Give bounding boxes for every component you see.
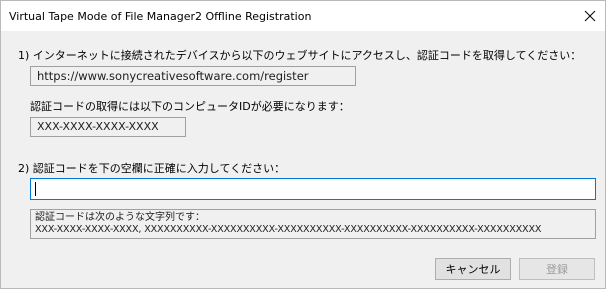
register-button[interactable]: 登録 [519,258,595,280]
title-bar: Virtual Tape Mode of File Manager2 Offli… [1,1,605,31]
format-hint-label: 認証コードは次のような文字列です： [35,212,205,223]
step2-instruction: 2) 認証コードを下の空欄に正確に入力してください： [18,162,286,175]
auth-code-input[interactable] [30,178,596,200]
close-icon [584,10,596,22]
code-format-hint: 認証コードは次のような文字列です： XXX-XXXX-XXXX-XXXX, XX… [30,209,596,239]
cancel-button[interactable]: キャンセル [435,258,511,280]
computer-id-note: 認証コードの取得には以下のコンピュータIDが必要になります： [30,100,350,113]
close-button[interactable] [575,1,605,31]
format-hint-example: XXX-XXXX-XXXX-XXXX, XXXXXXXXXX-XXXXXXXXX… [35,224,542,235]
step1-instruction: 1) インターネットに接続されたデバイスから以下のウェブサイトにアクセスし、認証… [18,49,582,62]
text-caret [35,182,36,196]
computer-id-field[interactable]: XXX-XXXX-XXXX-XXXX [30,117,186,137]
registration-url-field[interactable]: https://www.sonycreativesoftware.com/reg… [30,66,356,86]
registration-dialog: Virtual Tape Mode of File Manager2 Offli… [0,0,606,289]
window-title: Virtual Tape Mode of File Manager2 Offli… [9,10,312,23]
